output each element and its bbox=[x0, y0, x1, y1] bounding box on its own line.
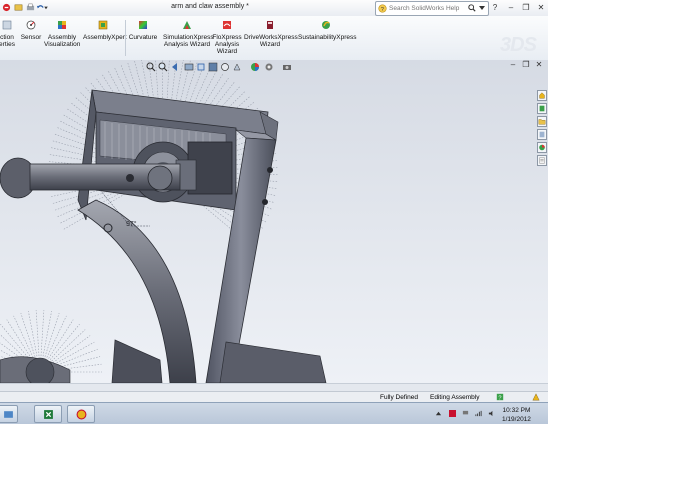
help-status-icon[interactable] bbox=[532, 393, 540, 401]
simulationxpress-button[interactable]: SimulationXpress Analysis Wizard bbox=[163, 20, 214, 48]
minimize-button[interactable]: – bbox=[505, 2, 517, 13]
ribbon-label: AssemblyXpert bbox=[83, 34, 127, 41]
floxpress-button[interactable]: FloXpress Analysis Wizard bbox=[212, 20, 242, 55]
help-search-box[interactable]: ? bbox=[375, 1, 489, 16]
driveworksxpress-button[interactable]: DriveWorksXpress Wizard bbox=[244, 20, 298, 48]
ribbon-label: SustainabilityXpress bbox=[298, 34, 357, 41]
ribbon-label: SimulationXpress bbox=[163, 34, 214, 41]
search-dropdown-icon[interactable] bbox=[479, 5, 485, 11]
camera-icon[interactable] bbox=[282, 62, 292, 72]
curvature-icon bbox=[139, 21, 147, 29]
svg-text:?: ? bbox=[498, 395, 501, 401]
sustainabilityxpress-button[interactable]: SustainabilityXpress bbox=[298, 20, 357, 41]
ribbon-label: Analysis bbox=[214, 41, 240, 48]
previous-view-icon[interactable] bbox=[170, 62, 180, 72]
edit-appearance-icon[interactable] bbox=[232, 62, 242, 72]
section-view-icon[interactable] bbox=[184, 62, 194, 72]
ribbon-label: erties bbox=[0, 41, 15, 48]
taskbar-excel-button[interactable] bbox=[34, 405, 62, 423]
restore-button[interactable]: ❐ bbox=[520, 2, 532, 13]
apply-scene-icon[interactable] bbox=[250, 62, 260, 72]
driveworksxpress-icon bbox=[267, 21, 273, 29]
design-library-icon[interactable] bbox=[537, 103, 547, 114]
assemblyxpert-button[interactable]: AssemblyXpert bbox=[83, 20, 127, 41]
flag-tray-icon[interactable] bbox=[462, 410, 469, 417]
definition-status: Fully Defined bbox=[380, 394, 418, 401]
windows-explorer-icon bbox=[4, 411, 13, 418]
system-clock[interactable]: 10:32 PM 1/19/2012 bbox=[502, 406, 531, 424]
help-search-input[interactable] bbox=[389, 3, 469, 13]
floxpress-icon bbox=[223, 21, 231, 29]
ribbon-separator bbox=[125, 20, 126, 56]
task-pane-tabs bbox=[537, 90, 548, 170]
excel-icon bbox=[44, 410, 53, 419]
solidworks-window: arm and claw assembly * ? ? – ❐ ✕ ction … bbox=[0, 0, 548, 424]
help-button[interactable]: ? bbox=[490, 2, 500, 13]
sustainabilityxpress-icon bbox=[322, 21, 330, 29]
assemblyxpert-icon bbox=[98, 20, 108, 30]
editing-mode-status: Editing Assembly bbox=[430, 394, 480, 401]
clock-date: 1/19/2012 bbox=[502, 416, 531, 423]
curvature-button[interactable]: Curvature bbox=[128, 20, 158, 41]
taskbar-explorer-button[interactable] bbox=[0, 405, 18, 423]
simulationxpress-icon bbox=[183, 21, 191, 29]
zoom-area-icon[interactable] bbox=[158, 62, 168, 72]
viewport-restore-button[interactable]: ❐ bbox=[521, 60, 531, 70]
show-hidden-icons-icon[interactable] bbox=[435, 410, 442, 417]
sensor-icon bbox=[26, 20, 36, 30]
section-properties-icon bbox=[2, 20, 12, 30]
assembly-model[interactable]: 97° bbox=[0, 60, 548, 383]
zoom-to-fit-icon[interactable] bbox=[146, 62, 156, 72]
section-properties-button[interactable]: ction erties bbox=[0, 20, 18, 48]
angle-annotation: 97° bbox=[126, 220, 137, 228]
appearances-icon[interactable] bbox=[537, 142, 547, 153]
taskbar-solidworks-button[interactable] bbox=[67, 405, 95, 423]
search-icon[interactable] bbox=[468, 4, 476, 12]
quick-tips-icon[interactable]: ? bbox=[496, 393, 504, 401]
view-settings-icon[interactable] bbox=[264, 62, 274, 72]
antivirus-tray-icon[interactable] bbox=[449, 410, 456, 417]
ribbon-label: Assembly bbox=[47, 34, 77, 41]
graphics-area[interactable]: 97° – ❐ ✕ bbox=[0, 60, 548, 383]
help-icon: ? bbox=[378, 4, 387, 13]
ribbon-label: DriveWorksXpress bbox=[244, 34, 298, 41]
viewport-close-button[interactable]: ✕ bbox=[534, 60, 544, 70]
clock-time: 10:32 PM bbox=[502, 407, 531, 414]
ds-logo: 3DS bbox=[500, 34, 537, 56]
ribbon-label: Wizard bbox=[259, 41, 281, 48]
ribbon-label: Curvature bbox=[128, 34, 158, 41]
solidworks-resources-icon[interactable] bbox=[537, 90, 547, 101]
ribbon-label: ction bbox=[0, 34, 14, 41]
ribbon-label: Sensor bbox=[20, 34, 42, 41]
command-manager-ribbon: ction erties Sensor Assembly Visualizati… bbox=[0, 16, 548, 61]
svg-text:?: ? bbox=[381, 7, 384, 13]
volume-icon[interactable] bbox=[488, 410, 495, 417]
view-palette-icon[interactable] bbox=[537, 129, 547, 140]
file-explorer-icon[interactable] bbox=[537, 116, 547, 127]
assembly-visualization-icon bbox=[58, 21, 66, 29]
network-icon[interactable] bbox=[475, 410, 482, 417]
title-bar: arm and claw assembly * ? ? – ❐ ✕ bbox=[0, 0, 548, 17]
windows-taskbar: 10:32 PM 1/19/2012 bbox=[0, 402, 548, 424]
assembly-visualization-button[interactable]: Assembly Visualization bbox=[44, 20, 80, 48]
ribbon-label: Wizard bbox=[216, 48, 238, 55]
ribbon-label: Analysis Wizard bbox=[163, 41, 211, 48]
solidworks-icon bbox=[76, 409, 87, 420]
close-button[interactable]: ✕ bbox=[535, 2, 547, 13]
view-orientation-icon[interactable] bbox=[196, 62, 206, 72]
window-title: arm and claw assembly * bbox=[171, 3, 249, 10]
ribbon-label: FloXpress bbox=[212, 34, 242, 41]
display-style-icon[interactable] bbox=[208, 62, 218, 72]
viewport-minimize-button[interactable]: – bbox=[508, 60, 518, 70]
custom-properties-icon[interactable] bbox=[537, 155, 547, 166]
hide-show-items-icon[interactable] bbox=[220, 62, 230, 72]
ribbon-label: Visualization bbox=[44, 41, 81, 48]
sensor-button[interactable]: Sensor bbox=[20, 20, 42, 41]
